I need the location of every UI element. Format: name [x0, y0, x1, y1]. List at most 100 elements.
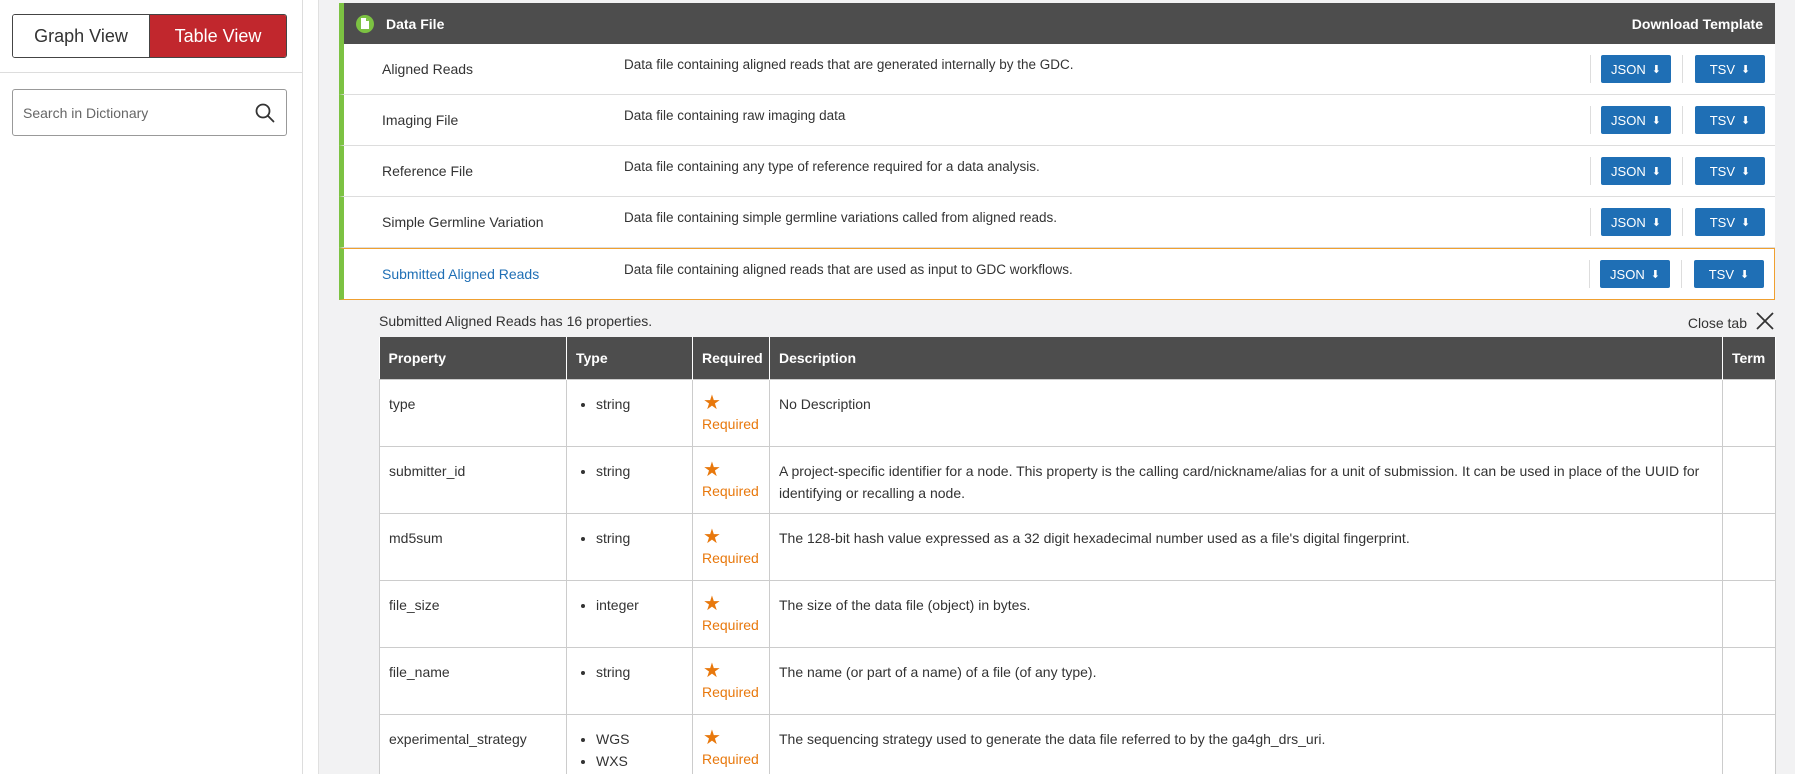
close-tab-button[interactable]: Close tab — [1688, 311, 1775, 334]
node-name[interactable]: Reference File — [382, 163, 473, 179]
property-description: No Description — [769, 378, 1723, 447]
node-row-reference-file[interactable]: Reference File Data file containing any … — [339, 146, 1775, 197]
download-icon: ⬇ — [1741, 165, 1751, 178]
required-label: Required — [702, 549, 759, 566]
json-download-button[interactable]: JSON ⬇ — [1601, 55, 1671, 83]
star-icon: ★ — [703, 726, 721, 749]
node-actions: JSON ⬇ TSV ⬇ — [1590, 208, 1765, 236]
search-icon[interactable] — [254, 102, 276, 124]
button-label: TSV — [1709, 61, 1736, 77]
required-label: Required — [702, 616, 759, 633]
download-icon: ⬇ — [1741, 63, 1751, 76]
column-header-required: Required — [692, 337, 770, 379]
property-description: The 128-bit hash value expressed as a 32… — [769, 512, 1723, 581]
node-description: Data file containing simple germline var… — [624, 210, 1057, 225]
button-label: JSON — [1611, 214, 1646, 230]
tsv-download-button[interactable]: TSV ⬇ — [1682, 106, 1765, 134]
node-row-aligned-reads[interactable]: Aligned Reads Data file containing align… — [339, 44, 1775, 95]
property-type: string — [566, 445, 693, 514]
property-name: submitter_id — [379, 445, 567, 514]
search-input[interactable] — [23, 104, 254, 121]
property-name: file_size — [379, 579, 567, 648]
download-icon: ⬇ — [1741, 114, 1751, 127]
property-name: file_name — [379, 646, 567, 715]
property-description: The size of the data file (object) in by… — [769, 579, 1723, 648]
column-header-description: Description — [769, 337, 1723, 379]
button-label: TSV — [1709, 112, 1736, 128]
column-header-term: Term — [1722, 337, 1776, 379]
required-label: Required — [702, 750, 759, 767]
json-download-button[interactable]: JSON ⬇ — [1600, 260, 1670, 288]
table-header-row: Property Type Required Description Term — [379, 337, 1776, 379]
node-description: Data file containing raw imaging data — [624, 108, 846, 123]
close-tab-label: Close tab — [1687, 314, 1747, 331]
tsv-download-button[interactable]: TSV ⬇ — [1682, 157, 1765, 185]
table-row: file_size integer ★Required The size of … — [379, 579, 1776, 648]
download-icon: ⬇ — [1741, 216, 1751, 229]
close-icon[interactable] — [1755, 311, 1775, 334]
node-row-simple-germline-variation[interactable]: Simple Germline Variation Data file cont… — [339, 197, 1775, 248]
type-value: string — [596, 527, 683, 549]
node-description: Data file containing any type of referen… — [624, 159, 1040, 174]
property-term — [1722, 713, 1776, 774]
property-required: ★ Required — [692, 646, 770, 715]
property-required: ★ Required — [692, 713, 770, 774]
type-value: WGS — [596, 728, 683, 750]
node-actions: JSON ⬇ TSV ⬇ — [1590, 157, 1765, 185]
type-value: WXS — [596, 750, 683, 772]
table-row: experimental_strategy WGSWXS ★Required T… — [379, 713, 1776, 774]
node-name[interactable]: Imaging File — [382, 112, 458, 128]
property-name: md5sum — [379, 512, 567, 581]
json-download-button[interactable]: JSON ⬇ — [1601, 208, 1671, 236]
required-label: Required — [702, 415, 759, 432]
type-value: string — [596, 661, 683, 683]
graph-view-button[interactable]: Graph View — [13, 15, 150, 57]
star-icon: ★ — [703, 592, 721, 615]
sidebar-divider — [0, 72, 303, 73]
node-description: Data file containing aligned reads that … — [624, 57, 1074, 72]
node-row-submitted-aligned-reads[interactable]: Submitted Aligned Reads Data file contai… — [339, 248, 1775, 300]
tsv-download-button[interactable]: TSV ⬇ — [1682, 55, 1765, 83]
star-icon: ★ — [703, 391, 721, 414]
properties-table: Property Type Required Description Term … — [379, 337, 1776, 774]
category-title: Data File — [386, 15, 445, 32]
download-icon: ⬇ — [1650, 268, 1660, 281]
download-icon: ⬇ — [1651, 63, 1661, 76]
node-row-imaging-file[interactable]: Imaging File Data file containing raw im… — [339, 95, 1775, 146]
button-label: JSON — [1611, 61, 1646, 77]
download-icon: ⬇ — [1651, 165, 1661, 178]
file-icon — [356, 14, 374, 33]
property-required: ★ Required — [692, 445, 770, 514]
json-download-button[interactable]: JSON ⬇ — [1601, 106, 1671, 134]
json-download-button[interactable]: JSON ⬇ — [1601, 157, 1671, 185]
tsv-download-button[interactable]: TSV ⬇ — [1681, 260, 1764, 288]
node-name[interactable]: Submitted Aligned Reads — [382, 266, 539, 282]
node-description: Data file containing aligned reads that … — [624, 262, 1073, 277]
node-actions: JSON ⬇ TSV ⬇ — [1589, 260, 1764, 288]
view-toggle: Graph View Table View — [12, 14, 287, 58]
property-required: ★ Required — [692, 579, 770, 648]
star-icon: ★ — [703, 458, 721, 481]
column-header-type: Type — [566, 337, 693, 379]
download-icon: ⬇ — [1651, 216, 1661, 229]
button-label: JSON — [1610, 266, 1645, 282]
table-view-button[interactable]: Table View — [150, 15, 286, 57]
property-term — [1722, 646, 1776, 715]
main-content: Data File Download Template Aligned Read… — [318, 0, 1795, 774]
property-name: type — [379, 378, 567, 447]
column-header-property: Property — [379, 337, 567, 379]
node-name[interactable]: Simple Germline Variation — [382, 214, 544, 230]
node-actions: JSON ⬇ TSV ⬇ — [1590, 55, 1765, 83]
button-label: TSV — [1708, 266, 1735, 282]
required-label: Required — [702, 683, 759, 700]
property-description: A project-specific identifier for a node… — [769, 445, 1723, 514]
type-value: string — [596, 393, 683, 415]
tsv-download-button[interactable]: TSV ⬇ — [1682, 208, 1765, 236]
table-row: file_name string ★Required The name (or … — [379, 646, 1776, 715]
star-icon: ★ — [703, 525, 721, 548]
node-name[interactable]: Aligned Reads — [382, 61, 473, 77]
search-box — [12, 89, 287, 136]
property-type: WGSWXS — [566, 713, 693, 774]
download-icon: ⬇ — [1651, 114, 1661, 127]
category-header: Data File Download Template — [339, 3, 1775, 44]
